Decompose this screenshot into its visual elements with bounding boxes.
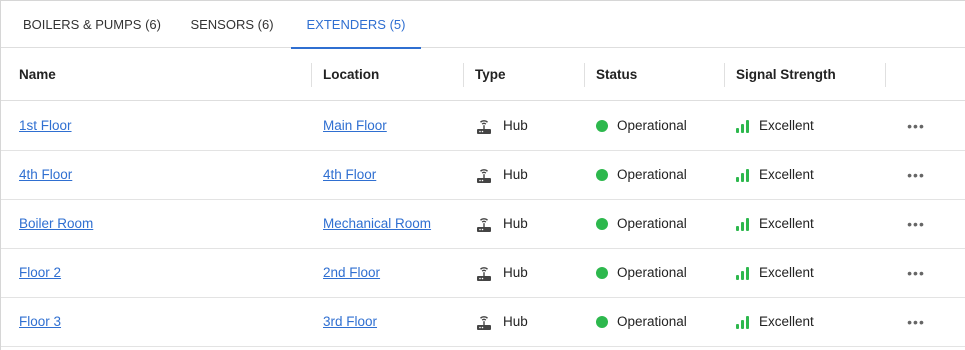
extenders-panel: BOILERS & PUMPS (6) SENSORS (6) EXTENDER… (0, 0, 965, 350)
status-cell: Operational (596, 298, 687, 346)
tab-boilers-pumps[interactable]: BOILERS & PUMPS (6) (13, 1, 171, 48)
column-divider (724, 63, 725, 87)
status-dot-icon (596, 169, 608, 181)
status-dot-icon (596, 267, 608, 279)
table-row: 1st Floor Main Floor Hub Operational Exc… (1, 102, 965, 151)
location-link[interactable]: 3rd Floor (323, 298, 377, 346)
location-link[interactable]: 2nd Floor (323, 249, 380, 297)
type-cell: Hub (475, 298, 528, 346)
signal-bars-icon (736, 168, 749, 182)
signal-cell: Excellent (736, 151, 814, 199)
tab-bar: BOILERS & PUMPS (6) SENSORS (6) EXTENDER… (1, 1, 965, 49)
column-divider (885, 63, 886, 87)
status-cell: Operational (596, 249, 687, 297)
type-label: Hub (503, 167, 528, 182)
column-header-status[interactable]: Status (596, 49, 637, 101)
extender-name-link[interactable]: 1st Floor (19, 102, 72, 150)
column-divider (311, 63, 312, 87)
type-label: Hub (503, 265, 528, 280)
type-label: Hub (503, 314, 528, 329)
extender-name-link[interactable]: Boiler Room (19, 200, 93, 248)
status-dot-icon (596, 218, 608, 230)
status-dot-icon (596, 120, 608, 132)
extender-name-link[interactable]: 4th Floor (19, 151, 72, 199)
more-options-icon[interactable]: ••• (906, 151, 926, 199)
extender-name-link[interactable]: Floor 3 (19, 298, 61, 346)
signal-cell: Excellent (736, 200, 814, 248)
hub-icon (477, 267, 491, 281)
signal-label: Excellent (759, 265, 814, 280)
type-cell: Hub (475, 102, 528, 150)
column-header-location[interactable]: Location (323, 49, 379, 101)
column-header-signal-strength[interactable]: Signal Strength (736, 49, 836, 101)
column-divider (463, 63, 464, 87)
column-divider (584, 63, 585, 87)
signal-bars-icon (736, 119, 749, 133)
type-cell: Hub (475, 151, 528, 199)
status-label: Operational (617, 314, 687, 329)
status-label: Operational (617, 216, 687, 231)
hub-icon (477, 120, 491, 134)
signal-cell: Excellent (736, 298, 814, 346)
status-dot-icon (596, 316, 608, 328)
signal-bars-icon (736, 315, 749, 329)
location-link[interactable]: Main Floor (323, 102, 387, 150)
extender-name-link[interactable]: Floor 2 (19, 249, 61, 297)
more-options-icon[interactable]: ••• (906, 298, 926, 346)
signal-bars-icon (736, 266, 749, 280)
status-cell: Operational (596, 102, 687, 150)
type-cell: Hub (475, 249, 528, 297)
hub-icon (477, 169, 491, 183)
column-header-type[interactable]: Type (475, 49, 506, 101)
table-row: Floor 2 2nd Floor Hub Operational Excell… (1, 249, 965, 298)
tab-sensors[interactable]: SENSORS (6) (181, 1, 283, 48)
hub-icon (477, 218, 491, 232)
signal-cell: Excellent (736, 249, 814, 297)
signal-label: Excellent (759, 314, 814, 329)
signal-label: Excellent (759, 118, 814, 133)
status-cell: Operational (596, 151, 687, 199)
location-link[interactable]: 4th Floor (323, 151, 376, 199)
signal-bars-icon (736, 217, 749, 231)
more-options-icon[interactable]: ••• (906, 249, 926, 297)
table-row: Boiler Room Mechanical Room Hub Operatio… (1, 200, 965, 249)
type-cell: Hub (475, 200, 528, 248)
location-link[interactable]: Mechanical Room (323, 200, 431, 248)
table-header: Name Location Type Status Signal Strengt… (1, 49, 965, 101)
more-options-icon[interactable]: ••• (906, 102, 926, 150)
more-options-icon[interactable]: ••• (906, 200, 926, 248)
tab-extenders[interactable]: EXTENDERS (5) (291, 1, 421, 49)
type-label: Hub (503, 118, 528, 133)
status-label: Operational (617, 265, 687, 280)
type-label: Hub (503, 216, 528, 231)
hub-icon (477, 316, 491, 330)
status-label: Operational (617, 167, 687, 182)
status-cell: Operational (596, 200, 687, 248)
status-label: Operational (617, 118, 687, 133)
signal-cell: Excellent (736, 102, 814, 150)
table-row: Floor 3 3rd Floor Hub Operational Excell… (1, 298, 965, 347)
table-row: 4th Floor 4th Floor Hub Operational Exce… (1, 151, 965, 200)
signal-label: Excellent (759, 167, 814, 182)
column-header-name[interactable]: Name (19, 49, 56, 101)
signal-label: Excellent (759, 216, 814, 231)
